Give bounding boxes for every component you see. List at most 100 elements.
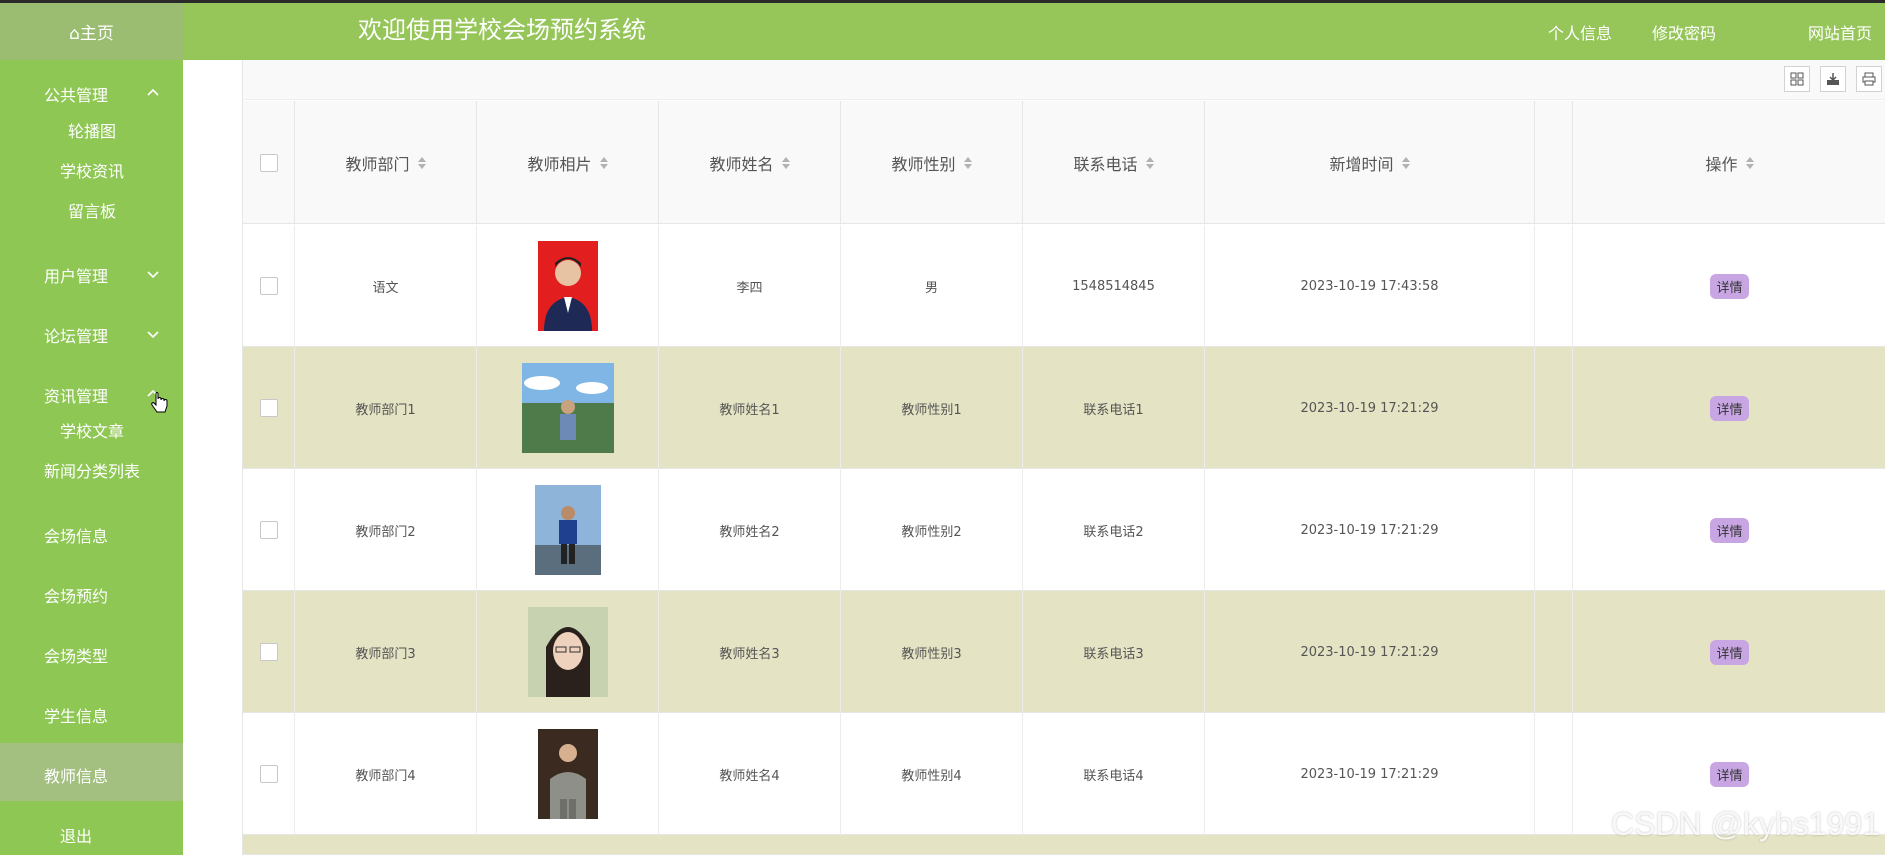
cell-gender: 教师性别2: [841, 469, 1023, 591]
cell-phone: 1548514845: [1023, 225, 1205, 347]
main-content: 教师部门 教师相片 教师姓名 教师性别 联系电话 新增时间 操作 语文 李四 男…: [242, 60, 1885, 855]
detail-button[interactable]: 详情: [1710, 639, 1749, 665]
sidebar: 公共管理 轮播图 学校资讯 留言板 用户管理 论坛管理 资讯管理 学校文章 新闻…: [0, 60, 183, 855]
column-header[interactable]: 教师部门: [295, 101, 477, 224]
cell-name: 教师姓名1: [659, 347, 841, 469]
column-header[interactable]: 教师相片: [477, 101, 659, 224]
column-header[interactable]: 联系电话: [1023, 101, 1205, 224]
change-password-link[interactable]: 修改密码: [1652, 20, 1716, 44]
cell-time: 2023-10-19 17:21:29: [1205, 347, 1535, 469]
cell-phone: 联系电话4: [1023, 713, 1205, 835]
column-header[interactable]: 操作: [1573, 101, 1885, 224]
chevron-up-icon[interactable]: [147, 87, 159, 99]
row-select-cell: [243, 469, 295, 591]
cell-actions: 详情: [1573, 225, 1885, 347]
column-header[interactable]: 教师姓名: [659, 101, 841, 224]
sort-icon[interactable]: [963, 156, 972, 169]
sidebar-item-carousel[interactable]: 轮播图: [68, 118, 116, 142]
sidebar-item-venue-booking[interactable]: 会场预约: [44, 583, 108, 607]
teacher-photo: [537, 729, 598, 819]
cell-phone: 联系电话1: [1023, 347, 1205, 469]
cell-name: 教师姓名4: [659, 713, 841, 835]
row-checkbox[interactable]: [259, 521, 278, 539]
column-label: 教师部门: [345, 154, 410, 174]
column-label: 教师相片: [527, 154, 592, 174]
select-all-cell: [243, 101, 295, 224]
sidebar-group-public[interactable]: 公共管理: [44, 82, 108, 106]
sort-icon[interactable]: [1745, 156, 1754, 169]
sidebar-item-student-info[interactable]: 学生信息: [44, 703, 108, 727]
row-checkbox[interactable]: [259, 277, 278, 295]
cell-spacer: [1535, 347, 1573, 469]
sidebar-item-venue-info[interactable]: 会场信息: [44, 523, 108, 547]
sort-icon[interactable]: [1401, 156, 1410, 169]
cell-time: 2023-10-19 17:21:29: [1205, 713, 1535, 835]
cell-spacer: [1535, 591, 1573, 713]
home-label: ⌂主页: [69, 24, 114, 44]
teacher-photo: [534, 485, 601, 575]
row-checkbox[interactable]: [259, 643, 278, 661]
cell-gender: 男: [841, 225, 1023, 347]
cell-actions: 详情: [1573, 591, 1885, 713]
columns-toggle-icon[interactable]: [1784, 66, 1810, 92]
row-checkbox[interactable]: [259, 765, 278, 783]
cell-spacer: [1535, 225, 1573, 347]
cell-gender: 教师性别3: [841, 591, 1023, 713]
sidebar-item-logout[interactable]: 退出: [60, 823, 92, 847]
cell-gender: 教师性别4: [841, 713, 1023, 835]
sidebar-item-message-board[interactable]: 留言板: [68, 198, 116, 222]
cell-dept: 教师部门2: [295, 469, 477, 591]
column-label: 教师性别: [891, 154, 956, 174]
cell-name: 教师姓名3: [659, 591, 841, 713]
profile-link[interactable]: 个人信息: [1548, 20, 1612, 44]
cell-time: 2023-10-19 17:43:58: [1205, 225, 1535, 347]
cell-time: 2023-10-19 17:21:29: [1205, 469, 1535, 591]
sidebar-item-school-articles[interactable]: 学校文章: [60, 418, 124, 442]
detail-button[interactable]: 详情: [1710, 517, 1749, 543]
sort-icon[interactable]: [599, 156, 608, 169]
cell-name: 李四: [659, 225, 841, 347]
sidebar-item-news-categories[interactable]: 新闻分类列表: [44, 458, 140, 482]
sidebar-item-teacher-info[interactable]: 教师信息: [44, 763, 108, 787]
chevron-down-icon[interactable]: [147, 328, 159, 340]
row-checkbox[interactable]: [259, 399, 278, 417]
sidebar-group-forum[interactable]: 论坛管理: [44, 323, 108, 347]
top-bar: ⌂主页 欢迎使用学校会场预约系统 个人信息 修改密码 网站首页: [0, 0, 1885, 60]
cell-phone: 联系电话3: [1023, 591, 1205, 713]
table-header: 教师部门 教师相片 教师姓名 教师性别 联系电话 新增时间 操作: [243, 101, 1885, 224]
teacher-photo: [527, 607, 608, 697]
select-all-checkbox[interactable]: [259, 153, 278, 172]
cell-time: 2023-10-19 17:21:29: [1205, 591, 1535, 713]
sidebar-group-news[interactable]: 资讯管理: [44, 383, 108, 407]
sidebar-group-users[interactable]: 用户管理: [44, 263, 108, 287]
site-home-link[interactable]: 网站首页: [1808, 20, 1872, 44]
cell-photo: [477, 469, 659, 591]
row-select-cell: [243, 225, 295, 347]
sidebar-item-school-news[interactable]: 学校资讯: [60, 158, 124, 182]
column-header[interactable]: 新增时间: [1205, 101, 1535, 224]
home-link[interactable]: ⌂主页: [0, 3, 183, 60]
sort-icon[interactable]: [1145, 156, 1154, 169]
sort-icon[interactable]: [417, 156, 426, 169]
teacher-photo: [537, 241, 598, 331]
cell-photo: [477, 347, 659, 469]
left-gap-panel: [183, 60, 242, 855]
detail-button[interactable]: 详情: [1710, 273, 1749, 299]
table-toolbar: [243, 60, 1885, 100]
cell-phone: 联系电话2: [1023, 469, 1205, 591]
cell-dept: 教师部门3: [295, 591, 477, 713]
cell-name: 教师姓名2: [659, 469, 841, 591]
sort-icon[interactable]: [781, 156, 790, 169]
column-label: 教师姓名: [709, 154, 774, 174]
chevron-down-icon[interactable]: [147, 268, 159, 280]
cell-actions: 详情: [1573, 469, 1885, 591]
column-header[interactable]: 教师性别: [841, 101, 1023, 224]
cell-spacer: [1535, 469, 1573, 591]
sidebar-item-venue-type[interactable]: 会场类型: [44, 643, 108, 667]
table-row: 语文 李四 男 1548514845 2023-10-19 17:43:58 详…: [243, 225, 1885, 347]
table-row: 教师部门1 教师姓名1 教师性别1 联系电话1 2023-10-19 17:21…: [243, 347, 1885, 469]
export-icon[interactable]: [1820, 66, 1846, 92]
detail-button[interactable]: 详情: [1710, 761, 1749, 787]
print-icon[interactable]: [1856, 66, 1882, 92]
detail-button[interactable]: 详情: [1710, 395, 1749, 421]
